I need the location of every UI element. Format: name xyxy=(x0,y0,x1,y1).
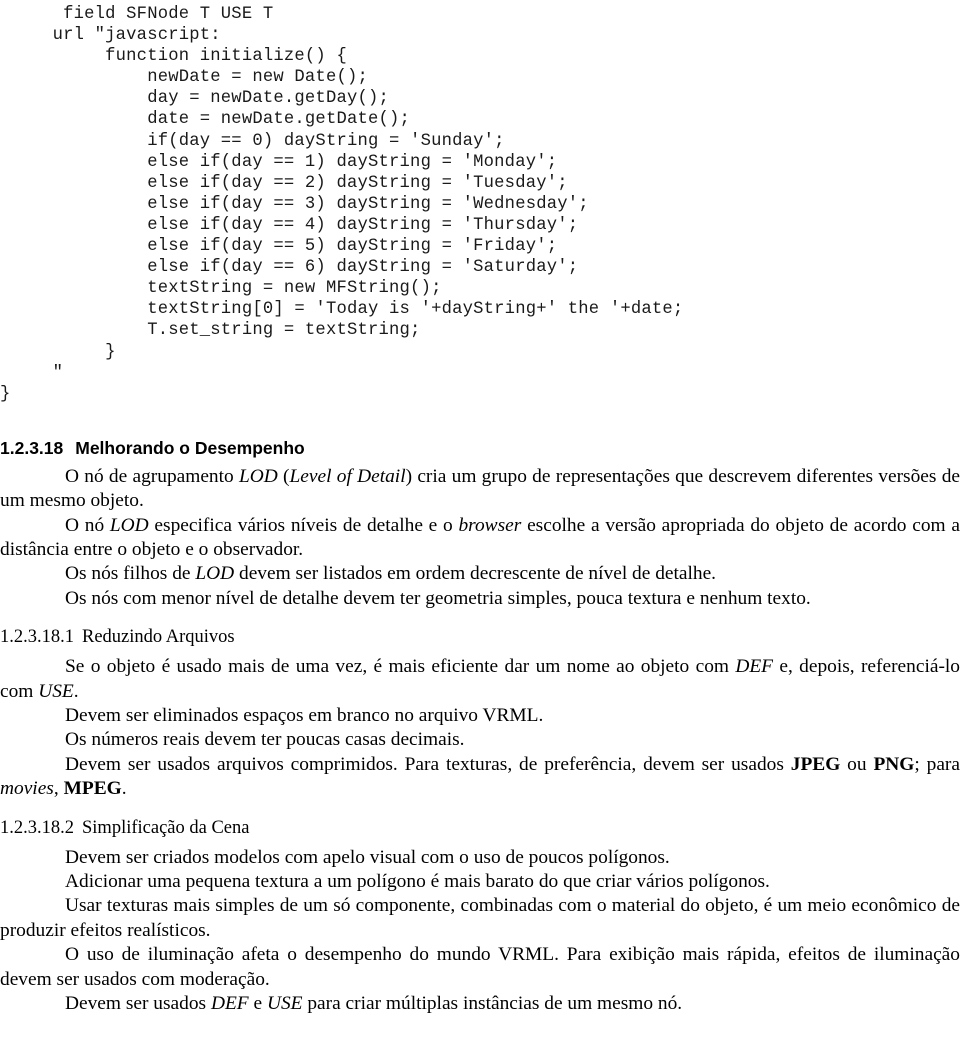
spacer-before-18-1 xyxy=(0,611,960,626)
section-heading-1-2-3-18: 1.2.3.18 Melhorando o Desempenho xyxy=(0,437,960,459)
code-line: else if(day == 5) dayString = 'Friday'; xyxy=(0,237,558,257)
paragraph-lod-intro: O nó de agrupamento LOD (Level of Detail… xyxy=(0,465,960,512)
code-line: if(day == 0) dayString = 'Sunday'; xyxy=(0,131,505,151)
paragraph-lod-children-order: Os nós filhos de LOD devem ser listados … xyxy=(65,563,717,585)
subsection-number: 1.2.3.18.2 xyxy=(0,817,74,838)
code-line: else if(day == 3) dayString = 'Wednesday… xyxy=(0,194,589,214)
code-line: field SFNode T USE T xyxy=(0,5,274,24)
section-title: Melhorando o Desempenho xyxy=(75,437,305,458)
code-line: newDate = new Date(); xyxy=(0,68,368,88)
paragraph-lighting: O uso de iluminação afeta o desempenho d… xyxy=(0,944,960,990)
paragraph-texture-cheaper: Adicionar uma pequena textura a um políg… xyxy=(65,871,770,893)
paragraph-def-use-instances: Devem ser usados DEF e USE para criar mú… xyxy=(65,993,683,1015)
section-heading-1-2-3-18-2: 1.2.3.18.2 Simplificação da Cena xyxy=(0,817,960,840)
code-listing: field SFNode T USE T url "javascript: fu… xyxy=(0,0,960,405)
subsection-number: 1.2.3.18.1 xyxy=(0,627,74,648)
code-line: date = newDate.getDate(); xyxy=(0,110,411,130)
subsection-title: Reduzindo Arquivos xyxy=(82,627,235,648)
section-number: 1.2.3.18 xyxy=(0,437,64,458)
code-line: else if(day == 2) dayString = 'Tuesday'; xyxy=(0,173,568,193)
document-page: field SFNode T USE T url "javascript: fu… xyxy=(0,0,960,1050)
paragraph-simple-textures: Usar texturas mais simples de um só comp… xyxy=(0,895,960,941)
paragraph-decimals: Os números reais devem ter poucas casas … xyxy=(65,729,465,751)
code-line: else if(day == 4) dayString = 'Thursday'… xyxy=(0,215,579,235)
code-line: function initialize() { xyxy=(0,47,347,67)
paragraph-def-use: Se o objeto é usado mais de uma vez, é m… xyxy=(0,656,960,702)
code-line: " xyxy=(0,363,64,383)
spacer-after-code xyxy=(0,405,960,437)
code-line: textString[0] = 'Today is '+dayString+' … xyxy=(0,300,684,320)
paragraph-compressed-files: Devem ser usados arquivos comprimidos. P… xyxy=(0,753,960,800)
code-line: } xyxy=(0,384,11,404)
code-line: textString = new MFString(); xyxy=(0,279,442,299)
subsection-title: Simplificação da Cena xyxy=(82,817,250,838)
section-heading-1-2-3-18-1: 1.2.3.18.1 Reduzindo Arquivos xyxy=(0,626,960,649)
code-line: url "javascript: xyxy=(0,26,221,46)
paragraph-few-polygons: Devem ser criados modelos com apelo visu… xyxy=(65,846,670,868)
paragraph-lod-levels: O nó LOD especifica vários níveis de det… xyxy=(0,514,960,560)
spacer-before-18-2 xyxy=(0,802,960,817)
paragraph-lod-low-detail: Os nós com menor nível de detalhe devem … xyxy=(65,587,811,609)
code-line: day = newDate.getDay(); xyxy=(0,89,390,109)
code-line: T.set_string = textString; xyxy=(0,321,421,341)
code-line: else if(day == 6) dayString = 'Saturday'… xyxy=(0,258,579,278)
code-line: else if(day == 1) dayString = 'Monday'; xyxy=(0,152,558,172)
code-line: } xyxy=(0,342,116,362)
paragraph-whitespace: Devem ser eliminados espaços em branco n… xyxy=(65,705,544,727)
